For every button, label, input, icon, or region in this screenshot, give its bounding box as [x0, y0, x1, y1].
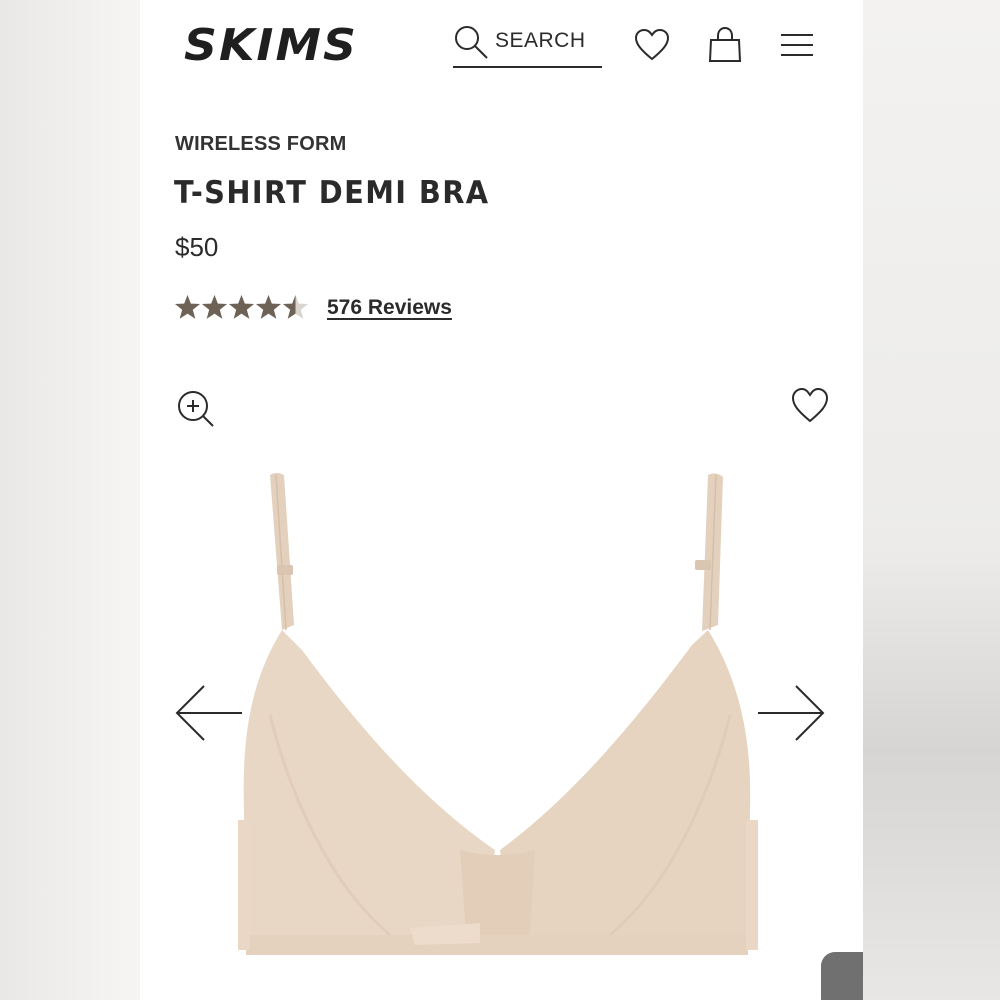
- search-label: SEARCH: [495, 29, 586, 52]
- star-icon: [202, 295, 227, 319]
- product-collection: WIRELESS FORM: [175, 133, 347, 155]
- search-icon: [453, 24, 489, 60]
- zoom-button[interactable]: [176, 389, 216, 429]
- arrow-left-icon: [175, 685, 242, 741]
- star-icon: [175, 295, 200, 319]
- product-rating[interactable]: 576 Reviews: [174, 294, 452, 321]
- reviews-link[interactable]: 576 Reviews: [327, 296, 452, 320]
- hamburger-menu-icon: [781, 34, 813, 56]
- product-title: T-SHIRT DEMI BRA: [174, 175, 490, 211]
- background-right: [863, 0, 1000, 1000]
- background-left: [0, 0, 140, 1000]
- zoom-in-icon: [178, 391, 214, 427]
- heart-icon: [791, 387, 829, 423]
- menu-button[interactable]: [778, 26, 816, 64]
- gallery-prev-button[interactable]: [174, 683, 244, 743]
- svg-text:SKIMS: SKIMS: [184, 20, 358, 68]
- rating-stars: [174, 294, 309, 321]
- heart-icon: [634, 28, 670, 61]
- arrow-right-icon: [758, 685, 825, 741]
- product-page: SKIMS SEARCH WIRELESS FORM T-SHIRT DEMI …: [140, 0, 863, 1000]
- product-image[interactable]: [230, 465, 775, 965]
- skims-logo-icon: SKIMS: [184, 20, 358, 71]
- wishlist-button[interactable]: [633, 26, 671, 64]
- star-icon: [283, 295, 308, 319]
- floating-chip[interactable]: [821, 952, 863, 1000]
- product-wishlist-button[interactable]: [790, 386, 830, 426]
- cart-button[interactable]: [706, 26, 744, 64]
- shopping-bag-icon: [708, 26, 742, 62]
- gallery-next-button[interactable]: [756, 683, 826, 743]
- brand-logo[interactable]: SKIMS: [182, 20, 362, 71]
- bra-illustration: [238, 473, 758, 955]
- star-icon: [229, 295, 254, 319]
- star-icon: [256, 295, 281, 319]
- product-price: $50: [175, 232, 219, 262]
- search-field[interactable]: SEARCH: [453, 22, 602, 68]
